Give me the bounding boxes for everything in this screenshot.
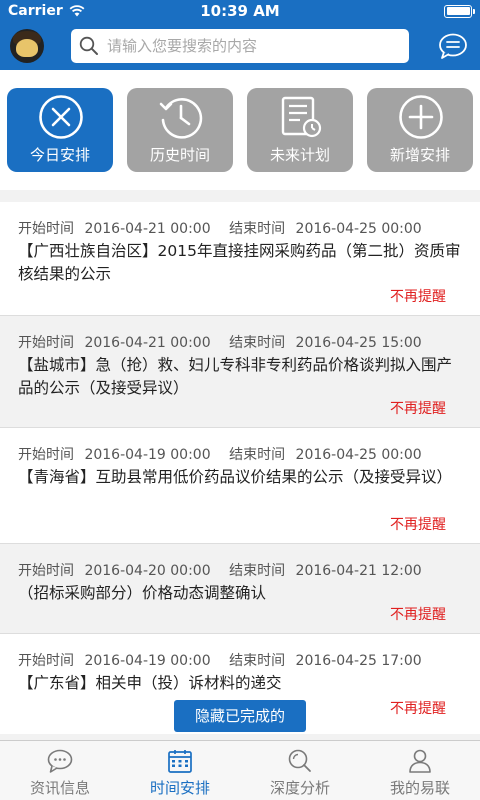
- start-label: 开始时间: [18, 335, 74, 351]
- top-bar: Carrier 10:39 AM: [0, 0, 480, 70]
- end-time: 2016-04-25 00:00: [295, 447, 422, 463]
- battery-icon: [444, 4, 475, 18]
- item-time-range: 开始时间 2016-04-19 00:00 结束时间 2016-04-25 17…: [18, 634, 462, 672]
- start-label: 开始时间: [18, 653, 74, 669]
- end-label: 结束时间: [229, 335, 286, 351]
- quick-actions: 今日安排 历史时间 未来计划 新增安排: [0, 70, 480, 190]
- end-time: 2016-04-21 12:00: [295, 563, 422, 579]
- search-analysis-icon: [288, 749, 311, 772]
- item-time-range: 开始时间 2016-04-20 00:00 结束时间 2016-04-21 12…: [18, 544, 462, 582]
- avatar[interactable]: [10, 29, 44, 63]
- tile-label: 今日安排: [29, 146, 90, 164]
- tab-bar: 资讯信息 时间安排 深度分析 我的易联: [0, 740, 480, 800]
- list-item[interactable]: 开始时间 2016-04-21 00:00 结束时间 2016-04-25 00…: [0, 202, 480, 316]
- status-time: 10:39 AM: [200, 2, 280, 20]
- end-label: 结束时间: [229, 563, 286, 579]
- start-label: 开始时间: [18, 447, 74, 463]
- tile-label: 历史时间: [149, 146, 210, 164]
- tab-schedule[interactable]: 时间安排: [120, 741, 240, 800]
- tab-label: 时间安排: [149, 779, 210, 797]
- tab-label: 资讯信息: [29, 779, 90, 797]
- search-box[interactable]: [71, 29, 409, 63]
- tab-label: 深度分析: [269, 779, 330, 797]
- item-time-range: 开始时间 2016-04-21 00:00 结束时间 2016-04-25 15…: [18, 316, 462, 354]
- header: [0, 22, 480, 70]
- tab-profile[interactable]: 我的易联: [360, 741, 480, 800]
- end-label: 结束时间: [229, 447, 286, 463]
- calendar-icon: [168, 750, 192, 773]
- end-label: 结束时间: [229, 653, 286, 669]
- start-time: 2016-04-21 00:00: [84, 335, 211, 351]
- tile-label: 新增安排: [389, 146, 450, 164]
- history-clock-icon: [159, 98, 203, 139]
- status-bar: Carrier 10:39 AM: [0, 0, 480, 22]
- dismiss-reminder-button[interactable]: 不再提醒: [390, 286, 446, 306]
- start-time: 2016-04-20 00:00: [84, 563, 211, 579]
- tab-label: 我的易联: [389, 779, 450, 797]
- schedule-list: 开始时间 2016-04-21 00:00 结束时间 2016-04-25 00…: [0, 202, 480, 734]
- tile-label: 未来计划: [269, 146, 330, 164]
- list-item[interactable]: 开始时间 2016-04-19 00:00 结束时间 2016-04-25 00…: [0, 428, 480, 544]
- item-time-range: 开始时间 2016-04-21 00:00 结束时间 2016-04-25 00…: [18, 202, 462, 240]
- chat-bubble-icon: [47, 749, 73, 773]
- close-circle-icon: [39, 95, 83, 139]
- tab-news[interactable]: 资讯信息: [0, 741, 120, 800]
- search-icon: [79, 36, 98, 55]
- end-time: 2016-04-25 17:00: [295, 653, 422, 669]
- start-label: 开始时间: [18, 221, 74, 237]
- dismiss-reminder-button[interactable]: 不再提醒: [390, 604, 446, 624]
- item-title: 【盐城市】急（抢）救、妇儿专科非专利药品价格谈判拟入围产品的公示（及接受异议）: [18, 356, 453, 397]
- dismiss-reminder-button[interactable]: 不再提醒: [390, 514, 446, 534]
- item-title: 【广东省】相关申（投）诉材料的递交: [18, 674, 282, 692]
- dismiss-reminder-button[interactable]: 不再提醒: [390, 398, 446, 418]
- start-label: 开始时间: [18, 563, 74, 579]
- start-time: 2016-04-21 00:00: [84, 221, 211, 237]
- end-time: 2016-04-25 00:00: [295, 221, 422, 237]
- user-icon: [409, 749, 431, 773]
- dismiss-reminder-button[interactable]: 不再提醒: [390, 698, 446, 718]
- avatar-face: [16, 39, 38, 57]
- tile-history[interactable]: 历史时间: [127, 88, 233, 172]
- search-input[interactable]: [107, 37, 397, 55]
- end-label: 结束时间: [229, 221, 286, 237]
- list-item[interactable]: 开始时间 2016-04-20 00:00 结束时间 2016-04-21 12…: [0, 544, 480, 634]
- plan-document-icon: [281, 96, 322, 138]
- item-title: （招标采购部分）价格动态调整确认: [18, 584, 267, 602]
- start-time: 2016-04-19 00:00: [84, 447, 211, 463]
- tile-add[interactable]: 新增安排: [367, 88, 473, 172]
- list-item[interactable]: 开始时间 2016-04-21 00:00 结束时间 2016-04-25 15…: [0, 316, 480, 428]
- message-icon[interactable]: [438, 33, 468, 59]
- end-time: 2016-04-25 15:00: [295, 335, 422, 351]
- tile-today[interactable]: 今日安排: [7, 88, 113, 172]
- item-title: 【广西壮族自治区】2015年直接挂网采购药品（第二批）资质审核结果的公示: [18, 242, 461, 283]
- item-time-range: 开始时间 2016-04-19 00:00 结束时间 2016-04-25 00…: [18, 428, 462, 466]
- add-circle-icon: [399, 95, 443, 139]
- start-time: 2016-04-19 00:00: [84, 653, 211, 669]
- tab-analysis[interactable]: 深度分析: [240, 741, 360, 800]
- hide-completed-button[interactable]: 隐藏已完成的: [174, 700, 306, 732]
- item-title: 【青海省】互助县常用低价药品议价结果的公示（及接受异议）: [18, 468, 453, 486]
- tile-future[interactable]: 未来计划: [247, 88, 353, 172]
